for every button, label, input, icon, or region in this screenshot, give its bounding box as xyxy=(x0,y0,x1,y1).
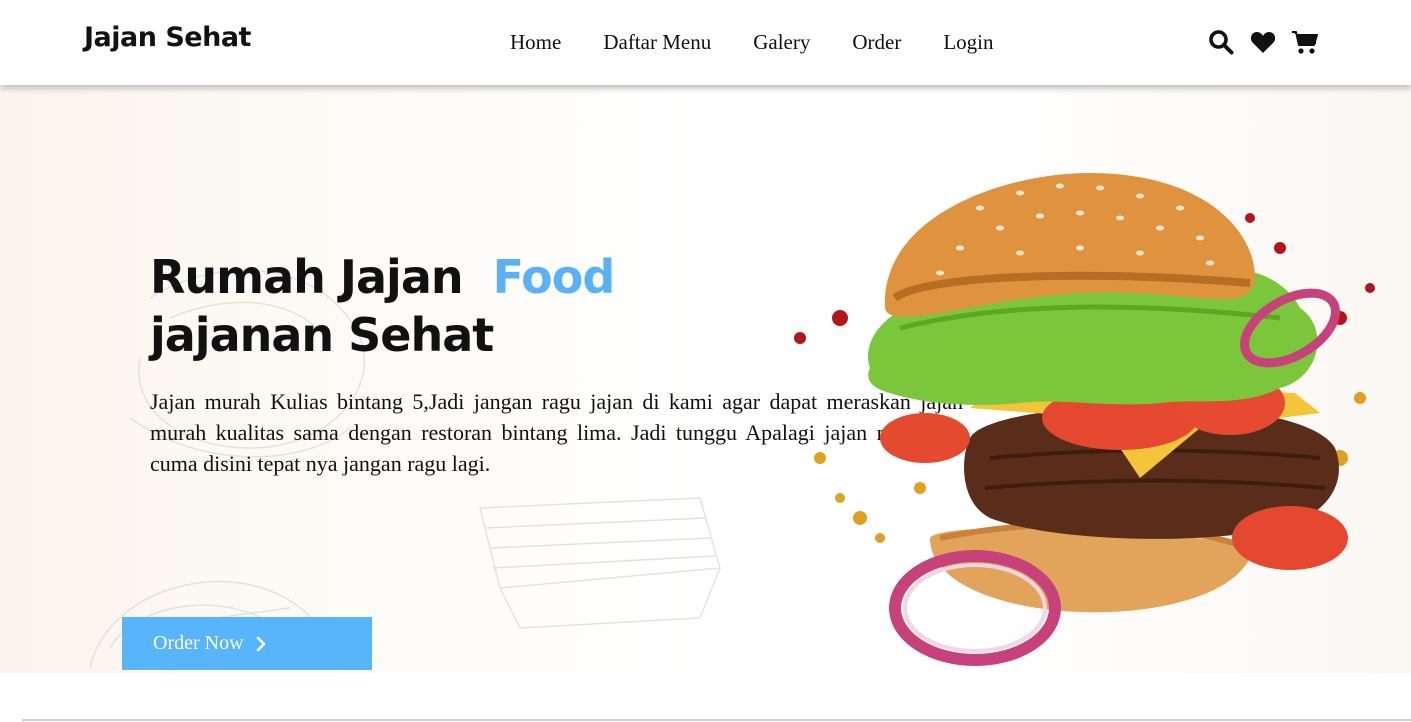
header-icons xyxy=(1207,28,1333,56)
site-header: Jajan Sehat Home Daftar Menu Galery Orde… xyxy=(0,0,1411,85)
hero-title: Rumah Jajan Food jajanan Sehat xyxy=(150,248,616,364)
nav-home[interactable]: Home xyxy=(510,30,561,55)
hero-title-line1: Rumah Jajan xyxy=(150,250,464,304)
chevron-right-icon xyxy=(256,636,266,652)
hero-title-line2: jajanan Sehat xyxy=(150,308,494,362)
order-now-label: Order Now xyxy=(153,632,244,654)
search-icon[interactable] xyxy=(1207,28,1235,56)
nav-login[interactable]: Login xyxy=(943,30,993,55)
heart-icon[interactable] xyxy=(1249,28,1277,56)
order-now-button[interactable]: Order Now xyxy=(122,617,372,670)
nav-daftar-menu[interactable]: Daftar Menu xyxy=(603,30,711,55)
nav-order[interactable]: Order xyxy=(852,30,901,55)
burger-image xyxy=(794,173,1375,666)
main-nav: Home Daftar Menu Galery Order Login xyxy=(510,30,1036,55)
section-divider xyxy=(22,719,1411,721)
hero-section: Rumah Jajan Food jajanan Sehat Jajan mura… xyxy=(0,88,1411,673)
cart-icon[interactable] xyxy=(1291,28,1319,56)
nav-galery[interactable]: Galery xyxy=(753,30,810,55)
brand-logo[interactable]: Jajan Sehat xyxy=(84,22,251,53)
hero-title-accent: Food xyxy=(492,250,616,304)
